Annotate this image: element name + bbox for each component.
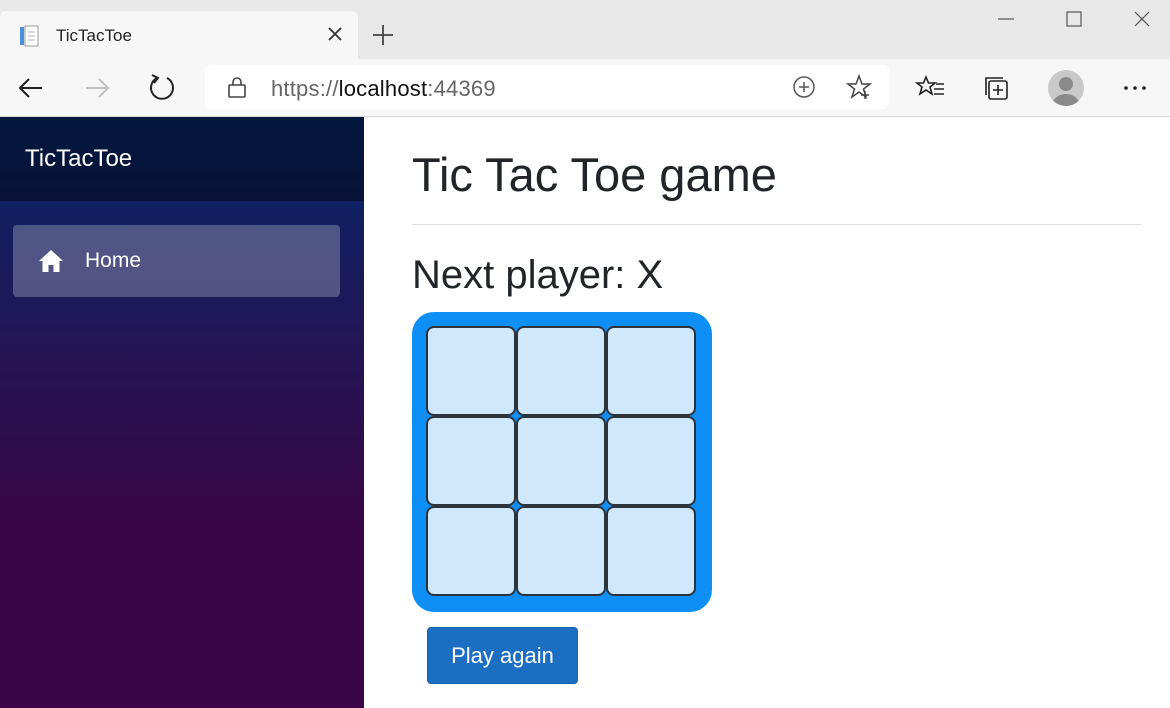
brand-bar: TicTacToe bbox=[0, 117, 364, 201]
board-cell-4[interactable] bbox=[426, 416, 516, 506]
collections-icon[interactable] bbox=[980, 71, 1014, 105]
url-host: localhost bbox=[338, 76, 428, 101]
more-options-icon[interactable] bbox=[1118, 71, 1152, 105]
add-to-collection-icon[interactable] bbox=[791, 74, 817, 100]
board-cell-6[interactable] bbox=[606, 416, 696, 506]
board-cell-1[interactable] bbox=[426, 326, 516, 416]
sidebar-item-home[interactable]: Home bbox=[13, 225, 340, 297]
tab-title: TicTacToe bbox=[56, 26, 132, 45]
board-cell-2[interactable] bbox=[516, 326, 606, 416]
forward-arrow-icon[interactable] bbox=[80, 71, 114, 105]
board-cell-7[interactable] bbox=[426, 506, 516, 596]
address-bar[interactable]: https://localhost:44369 bbox=[205, 65, 889, 109]
board-cell-5[interactable] bbox=[516, 416, 606, 506]
favorites-list-icon[interactable] bbox=[914, 71, 948, 105]
title-divider bbox=[412, 224, 1141, 225]
brand-link[interactable]: TicTacToe bbox=[25, 145, 132, 173]
profile-avatar-icon[interactable] bbox=[1048, 70, 1084, 106]
play-again-button[interactable]: Play again bbox=[427, 627, 578, 684]
sidebar: TicTacToe Home bbox=[0, 117, 364, 708]
browser-tab[interactable]: TicTacToe bbox=[0, 11, 358, 59]
sidebar-item-label: Home bbox=[85, 249, 142, 272]
refresh-icon[interactable] bbox=[145, 71, 179, 105]
favorite-star-icon[interactable] bbox=[845, 73, 873, 101]
page-favicon-icon bbox=[18, 25, 40, 47]
url-text[interactable]: https://localhost:44369 bbox=[271, 76, 496, 102]
browser-toolbar: https://localhost:44369 bbox=[0, 59, 1170, 117]
new-tab-icon[interactable] bbox=[368, 20, 398, 50]
main-content: Tic Tac Toe game Next player: X Play aga… bbox=[364, 117, 1170, 708]
url-scheme: https:// bbox=[271, 76, 339, 101]
browser-titlebar: TicTacToe bbox=[0, 0, 1170, 59]
board-cell-9[interactable] bbox=[606, 506, 696, 596]
board-cell-3[interactable] bbox=[606, 326, 696, 416]
board-cell-8[interactable] bbox=[516, 506, 606, 596]
url-port: :44369 bbox=[427, 76, 496, 101]
tab-close-icon[interactable] bbox=[322, 21, 348, 47]
window-minimize-icon[interactable] bbox=[986, 6, 1026, 36]
game-board bbox=[412, 312, 712, 612]
window-close-icon[interactable] bbox=[1122, 6, 1162, 36]
back-arrow-icon[interactable] bbox=[14, 71, 48, 105]
home-icon bbox=[37, 247, 65, 275]
page-title: Tic Tac Toe game bbox=[412, 148, 777, 201]
lock-icon[interactable] bbox=[225, 75, 249, 99]
window-maximize-icon[interactable] bbox=[1054, 6, 1094, 36]
game-status: Next player: X bbox=[412, 253, 664, 297]
